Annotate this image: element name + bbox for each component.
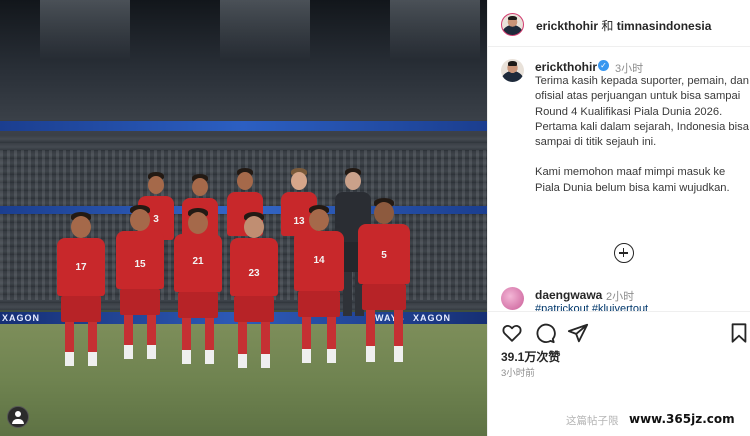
post-header: erickthohir 和 timnasindonesia [488, 0, 750, 47]
load-more-comments-button[interactable] [614, 243, 634, 263]
verified-badge-icon: ✓ [598, 60, 609, 71]
comments-limited-note: 这篇帖子限 [566, 415, 619, 427]
ad-band [0, 121, 487, 131]
caption-paragraph: Terima kasih kepada suporter, pemain, da… [535, 75, 749, 149]
author-link[interactable]: erickthohir [536, 19, 598, 33]
player-number: 5 [381, 250, 387, 261]
action-bar [488, 311, 750, 351]
bookmark-icon[interactable] [728, 322, 750, 344]
caption-avatar[interactable] [501, 59, 524, 82]
post-timestamp[interactable]: 3小时前 [501, 365, 535, 379]
player-front: 15 [114, 205, 166, 375]
comment-avatar[interactable] [501, 287, 524, 310]
player-front: 17 [55, 212, 107, 380]
comment-username[interactable]: daengwawa [535, 288, 602, 302]
caption-text: Terima kasih kepada suporter, pemain, da… [535, 74, 750, 211]
player-number: 23 [248, 268, 260, 279]
player-number: 14 [313, 255, 325, 266]
player-front: 5 [356, 198, 412, 378]
post-side-panel: erickthohir 和 timnasindonesia erickthohi… [487, 0, 750, 436]
player-number: 15 [134, 259, 146, 270]
avatar[interactable] [501, 13, 524, 36]
player-front: 23 [228, 212, 280, 380]
player-number: 17 [75, 262, 87, 273]
comment-icon[interactable] [534, 322, 556, 344]
collaborator-link[interactable]: timnasindonesia [617, 19, 712, 33]
player-number: 21 [192, 256, 204, 267]
roof-light [40, 0, 130, 60]
player-front: 21 [172, 208, 224, 378]
caption-paragraph: Kami memohon maaf mimpi masuk ke Piala D… [535, 166, 730, 194]
caption-username[interactable]: erickthohir [535, 60, 597, 74]
roof-light [390, 0, 480, 60]
site-watermark: www.365jz.com [625, 411, 739, 427]
conjunction-text: 和 [601, 19, 614, 33]
post-authors: erickthohir 和 timnasindonesia [536, 17, 711, 34]
heart-icon[interactable] [501, 322, 523, 344]
comment-text[interactable]: #patrickout #kluivertout [535, 302, 745, 311]
post-photo[interactable]: XAGON WAYS XAGON 3 13 17 15 21 23 14 5 [0, 0, 487, 436]
player-front: 14 [292, 205, 346, 377]
like-count[interactable]: 39.1万次赞 [501, 348, 560, 365]
ad-board-text: XAGON [413, 313, 452, 323]
tagged-users-icon[interactable] [7, 406, 29, 428]
roof-light [220, 0, 310, 60]
share-icon[interactable] [567, 322, 589, 344]
ad-board-text: XAGON [2, 313, 41, 323]
